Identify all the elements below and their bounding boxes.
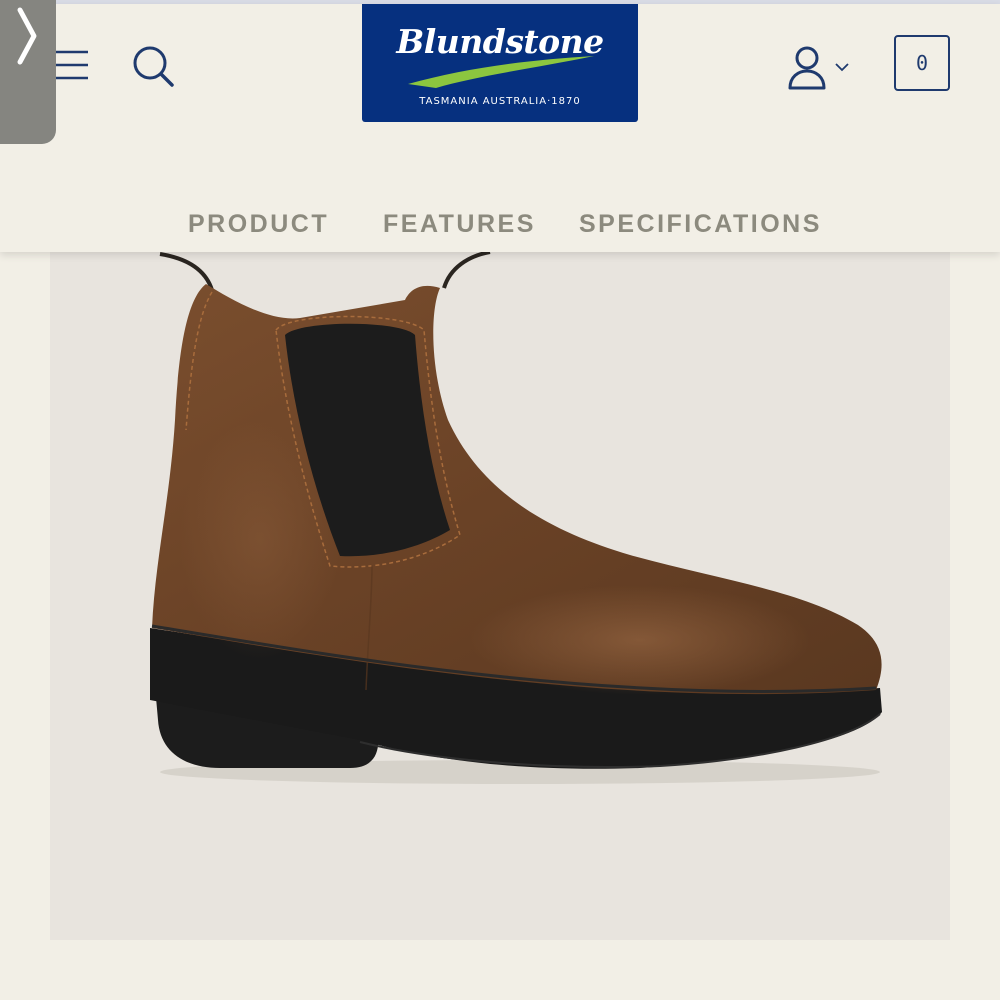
logo-tagline: TASMANIA AUSTRALIA·1870 bbox=[419, 96, 581, 107]
chelsea-boot-image bbox=[150, 252, 882, 784]
cart-button[interactable]: 0 bbox=[894, 35, 950, 91]
product-image[interactable] bbox=[50, 252, 950, 940]
tab-features[interactable]: FEATURES bbox=[383, 210, 536, 239]
menu-button[interactable] bbox=[54, 48, 90, 84]
blundstone-logo[interactable]: Blundstone TASMANIA AUSTRALIA·1870 bbox=[362, 4, 638, 122]
search-icon bbox=[133, 46, 174, 87]
chevron-right-icon bbox=[17, 7, 37, 65]
cart-count: 0 bbox=[915, 51, 929, 75]
search-button[interactable] bbox=[130, 44, 176, 90]
hamburger-menu-icon bbox=[56, 50, 88, 80]
product-section-tabs: PRODUCT FEATURES SPECIFICATIONS bbox=[0, 210, 1000, 250]
side-drawer-tab[interactable] bbox=[0, 0, 56, 144]
tab-product[interactable]: PRODUCT bbox=[188, 210, 329, 239]
chevron-down-icon bbox=[835, 63, 849, 72]
product-page: Blundstone TASMANIA AUSTRALIA·1870 0 PRO… bbox=[0, 0, 1000, 1000]
logo-swoosh bbox=[408, 56, 594, 88]
account-button[interactable] bbox=[786, 44, 856, 92]
site-header: Blundstone TASMANIA AUSTRALIA·1870 0 PRO… bbox=[0, 4, 1000, 252]
user-icon bbox=[788, 46, 826, 90]
tab-specifications[interactable]: SPECIFICATIONS bbox=[579, 210, 822, 239]
